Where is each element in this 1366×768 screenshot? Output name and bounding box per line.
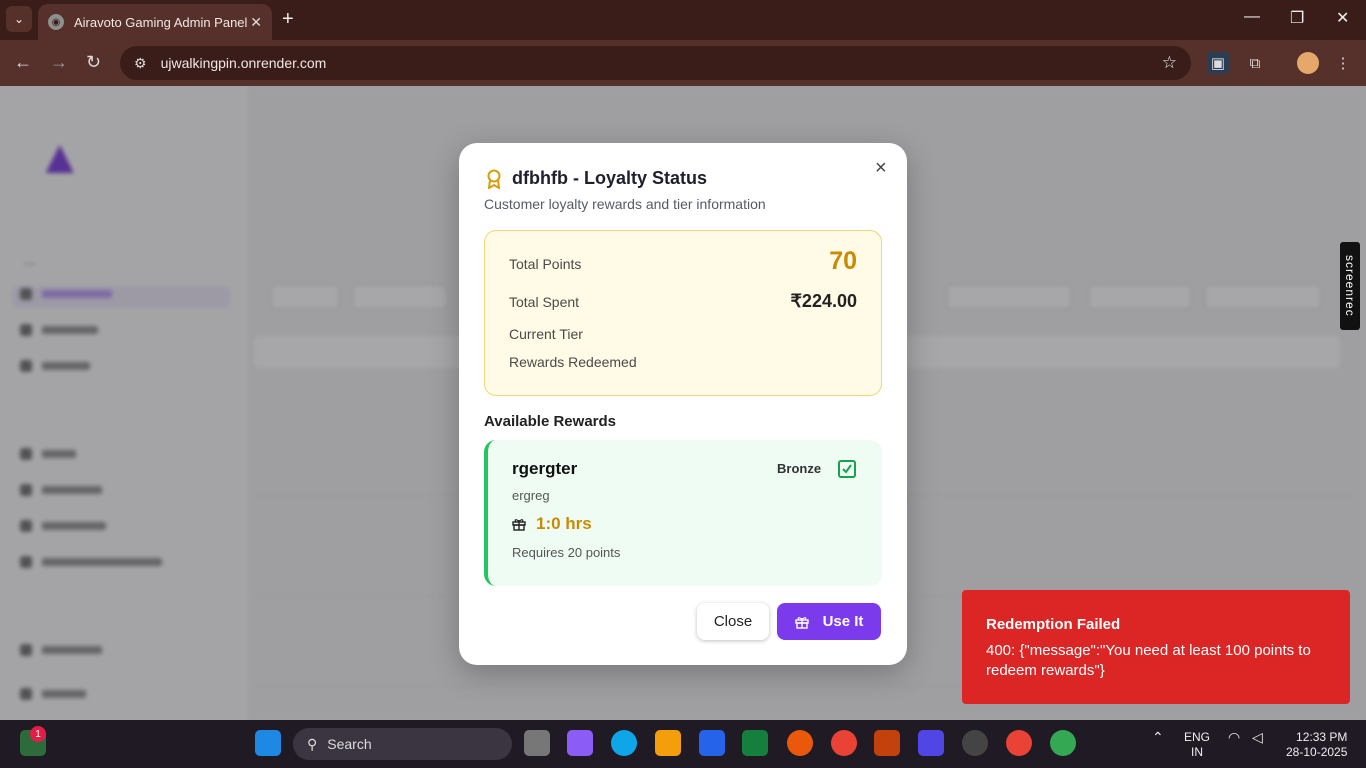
chrome-active-icon[interactable]: [1050, 730, 1076, 756]
window-close-icon[interactable]: ✕: [1336, 8, 1349, 28]
browser-toolbar: ← → ↻ ⚙ ujwalkingpin.onrender.com ☆ ▣ ⧉ …: [0, 40, 1366, 86]
reward-requirement: Requires 20 points: [512, 545, 621, 560]
browser-tab-active[interactable]: ◉ Airavoto Gaming Admin Panel ✕: [38, 4, 272, 40]
site-favicon-icon: ◉: [48, 14, 64, 30]
reward-name: rgergter: [512, 459, 578, 478]
edge-icon[interactable]: [611, 730, 637, 756]
new-tab-icon[interactable]: +: [282, 8, 294, 31]
dialog-close-icon[interactable]: ×: [875, 157, 887, 180]
address-bar[interactable]: ⚙ ujwalkingpin.onrender.com ☆: [120, 46, 1191, 80]
dialog-title: dfbhfb - Loyalty Status: [512, 168, 707, 188]
checkbox-checked-icon[interactable]: [838, 460, 856, 478]
extension-icon[interactable]: ▣: [1207, 52, 1229, 74]
total-spent-label: Total Spent: [509, 294, 580, 310]
toast-title: Redemption Failed: [986, 616, 1121, 633]
chrome-icon[interactable]: [831, 730, 857, 756]
region-text: IN: [1191, 745, 1203, 759]
url-text: ujwalkingpin.onrender.com: [160, 55, 327, 71]
vpn-icon[interactable]: [962, 730, 988, 756]
task-view-icon[interactable]: [524, 730, 550, 756]
award-icon: [487, 169, 501, 189]
restore-icon[interactable]: ❐: [1290, 8, 1304, 28]
windows-taskbar: 1 ⚲ Search ⌃ ENG IN ◠ ◁ 12:33 PM 28-10-2…: [0, 720, 1366, 768]
bookmark-star-icon[interactable]: ☆: [1162, 53, 1177, 73]
language-indicator[interactable]: ENG IN: [1184, 730, 1210, 760]
excel-icon[interactable]: [742, 730, 768, 756]
reward-card[interactable]: rgergter Bronze ergreg 1:0 hrs Requires …: [484, 440, 882, 586]
tab-title: Airavoto Gaming Admin Panel: [74, 14, 248, 30]
gift-icon: [794, 616, 809, 629]
minimize-icon[interactable]: —: [1244, 8, 1260, 26]
clock[interactable]: 12:33 PM 28-10-2025: [1286, 730, 1347, 760]
gift-icon: [512, 519, 526, 531]
total-spent-value: ₹224.00: [790, 291, 857, 311]
volume-icon[interactable]: ◁: [1252, 730, 1263, 745]
date-text: 28-10-2025: [1286, 745, 1348, 759]
tray-chevron-icon[interactable]: ⌃: [1152, 730, 1164, 745]
total-points-label: Total Points: [509, 256, 582, 272]
reward-duration: 1:0 hrs: [536, 514, 592, 533]
total-points-value: 70: [829, 247, 857, 275]
copilot-icon[interactable]: [567, 730, 593, 756]
use-it-button[interactable]: Use It: [777, 603, 881, 640]
tab-close-icon[interactable]: ✕: [250, 14, 262, 31]
loyalty-stats-card: Total Points 70 Total Spent ₹224.00 Curr…: [484, 230, 882, 396]
firefox-icon[interactable]: [787, 730, 813, 756]
windows-start-icon[interactable]: [255, 730, 281, 756]
lang-text: ENG: [1184, 730, 1211, 744]
time-text: 12:33 PM: [1296, 730, 1348, 744]
store-icon[interactable]: [699, 730, 725, 756]
close-button[interactable]: Close: [697, 603, 769, 640]
back-icon[interactable]: ←: [14, 52, 32, 73]
file-explorer-icon[interactable]: [655, 730, 681, 756]
current-tier-label: Current Tier: [509, 326, 583, 342]
teams-icon[interactable]: [918, 730, 944, 756]
loyalty-status-dialog: dfbhfb - Loyalty Status Customer loyalty…: [459, 143, 907, 665]
browser-menu-icon[interactable]: ⋮: [1332, 52, 1354, 74]
reload-icon[interactable]: ↻: [86, 52, 101, 73]
powerpoint-icon[interactable]: [874, 730, 900, 756]
site-info-icon[interactable]: ⚙: [134, 55, 147, 72]
search-icon: ⚲: [307, 735, 318, 752]
dialog-subtitle: Customer loyalty rewards and tier inform…: [484, 196, 766, 212]
taskbar-search[interactable]: ⚲ Search: [293, 728, 512, 760]
browser-tabstrip: ⌄ ◉ Airavoto Gaming Admin Panel ✕ + — ❐ …: [0, 0, 1366, 40]
reward-tier: Bronze: [777, 461, 822, 476]
screenrec-widget[interactable]: screenrec: [1340, 242, 1360, 330]
extensions-puzzle-icon[interactable]: ⧉: [1244, 52, 1266, 74]
notification-badge: 1: [30, 726, 46, 742]
use-it-label: Use It: [822, 613, 864, 630]
forward-icon[interactable]: →: [50, 52, 68, 73]
profile-avatar[interactable]: [1297, 52, 1319, 74]
rewards-redeemed-label: Rewards Redeemed: [509, 354, 637, 370]
available-rewards-heading: Available Rewards: [484, 413, 617, 430]
tab-search-icon[interactable]: ⌄: [6, 6, 32, 32]
toast-message: 400: {"message":"You need at least 100 p…: [986, 642, 1311, 679]
taskbar-search-label: Search: [327, 736, 372, 752]
error-toast[interactable]: Redemption Failed 400: {"message":"You n…: [962, 590, 1350, 704]
reward-description: ergreg: [512, 488, 550, 503]
wifi-icon[interactable]: ◠: [1228, 730, 1240, 745]
chrome-profile-icon[interactable]: [1006, 730, 1032, 756]
